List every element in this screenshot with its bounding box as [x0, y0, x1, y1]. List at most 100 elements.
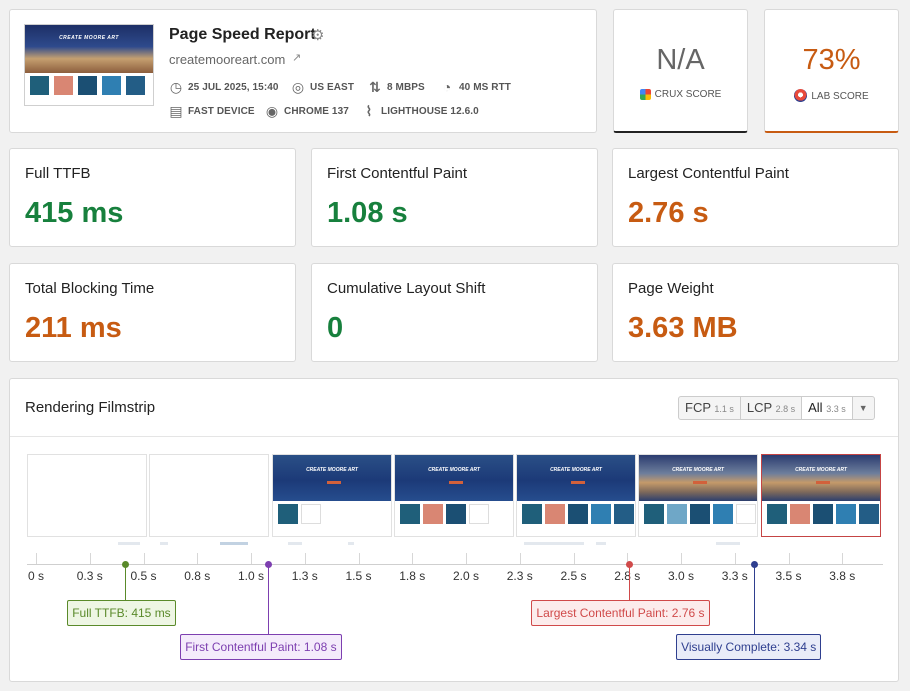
crux-score-card[interactable]: N/A CRUX SCORE — [613, 9, 748, 133]
marker-label: Full TTFB: 415 ms — [67, 600, 176, 626]
page-thumbnail: CREATE MOORE ART — [24, 24, 154, 106]
crux-score-label: CRUX SCORE — [614, 89, 747, 100]
filmstrip-frame[interactable]: CREATE MOORE ART — [394, 454, 514, 537]
timeline-tick-label: 0 s — [27, 569, 45, 583]
rendering-filmstrip: Rendering Filmstrip FCP 1.1 s LCP 2.8 s … — [9, 378, 899, 682]
marker-label: Visually Complete: 3.34 s — [676, 634, 822, 660]
lab-score-card[interactable]: 73% LAB SCORE — [764, 9, 899, 133]
marker-dot — [122, 561, 130, 568]
crux-icon — [639, 89, 651, 100]
timeline-tick — [251, 553, 252, 564]
timeline-tick-label: 0.5 s — [130, 569, 157, 583]
meta-device: ▤ FAST DEVICE — [169, 103, 255, 119]
meta-rtt: ◔ 40 MS RTT — [440, 79, 511, 95]
timeline-tick-label: 0.3 s — [76, 569, 103, 583]
external-link-icon[interactable]: ↗ — [292, 51, 301, 64]
timeline-tick — [734, 553, 736, 564]
metric-label: Total Blocking Time — [25, 280, 155, 297]
metric-card-cls[interactable]: Cumulative Layout Shift 0 — [311, 263, 598, 362]
clock-icon: ◷ — [169, 79, 183, 95]
metric-card-page-weight[interactable]: Page Weight 3.63 MB — [612, 263, 899, 362]
timeline-tick-label: 1.5 s — [345, 569, 372, 583]
marker-dot — [626, 561, 634, 568]
marker-line — [754, 564, 756, 634]
metric-value: 415 ms — [25, 197, 124, 229]
filter-dropdown-chevron-icon[interactable]: ▼ — [853, 397, 874, 419]
timeline-tick — [466, 553, 467, 564]
filmstrip-frame[interactable]: CREATE MOORE ART — [516, 454, 636, 537]
timeline-tick-label: 3.8 s — [829, 569, 856, 583]
timeline-tick-label: 1.0 s — [237, 569, 265, 583]
timeline-tick — [842, 553, 844, 564]
metric-label: Cumulative Layout Shift — [327, 280, 486, 297]
timeline-tick-label: 1.3 s — [291, 569, 318, 583]
page-title: Page Speed Report — [169, 26, 316, 43]
metric-label: Full TTFB — [25, 165, 91, 182]
timeline-tick — [573, 553, 575, 564]
lighthouse-logo-icon — [794, 89, 808, 102]
timeline-tick — [304, 553, 306, 564]
report-header: CREATE MOORE ART Page Speed Report ⚙ cre… — [9, 9, 597, 133]
timeline-tick — [89, 553, 91, 564]
lighthouse-icon: ⌇ — [365, 103, 373, 119]
timeline-tick — [143, 553, 145, 564]
metric-value: 2.76 s — [628, 197, 709, 229]
meta-date: ◷ 25 JUL 2025, 15:40 — [169, 79, 279, 95]
metric-label: Page Weight — [628, 280, 714, 297]
metric-card-tbt[interactable]: Total Blocking Time 211 ms — [9, 263, 296, 362]
lab-score-label: LAB SCORE — [765, 89, 898, 102]
meta-location: ◎ US EAST — [291, 79, 355, 95]
filmstrip-title: Rendering Filmstrip — [25, 399, 156, 416]
timeline-tick — [519, 553, 521, 564]
timeline-tick — [36, 553, 37, 564]
filter-fcp-button[interactable]: FCP 1.1 s — [679, 397, 741, 419]
marker-dot — [751, 561, 759, 568]
metric-value: 211 ms — [25, 312, 122, 344]
timeline-tick — [412, 553, 414, 564]
marker-label: Largest Contentful Paint: 2.76 s — [531, 600, 710, 626]
bandwidth-icon: ⇅ — [369, 79, 381, 95]
meta-browser: ◉ CHROME 137 — [265, 103, 349, 119]
thumbnail-title: CREATE MOORE ART — [59, 35, 119, 41]
filmstrip-frame[interactable]: CREATE MOORE ART — [638, 454, 758, 537]
filmstrip-frame[interactable] — [149, 454, 269, 537]
lab-score-value: 73% — [802, 44, 861, 76]
marker-label: First Contentful Paint: 1.08 s — [180, 634, 342, 660]
timeline-tick — [358, 553, 360, 564]
crux-score-value: N/A — [656, 44, 705, 76]
filter-lcp-button[interactable]: LCP 2.8 s — [741, 397, 803, 419]
timeline-tick-label: 2.8 s — [614, 569, 641, 583]
filter-all-button[interactable]: All 3.3 s — [802, 397, 853, 419]
marker-line — [125, 564, 127, 600]
marker-line — [268, 564, 270, 634]
filmstrip-frame[interactable]: CREATE MOORE ART — [272, 454, 392, 537]
metric-value: 0 — [327, 312, 344, 344]
metric-value: 3.63 MB — [628, 312, 738, 344]
metric-label: Largest Contentful Paint — [628, 165, 789, 182]
device-icon: ▤ — [169, 103, 183, 119]
gauge-icon: ◔ — [442, 79, 452, 95]
filmstrip-filter: FCP 1.1 s LCP 2.8 s All 3.3 s ▼ — [678, 396, 875, 420]
page-url[interactable]: createmooreart.com — [169, 52, 285, 67]
timeline-tick-label: 3.3 s — [721, 569, 748, 583]
metric-value: 1.08 s — [327, 197, 408, 229]
meta-lighthouse: ⌇ LIGHTHOUSE 12.6.0 — [362, 103, 479, 120]
timeline-tick-label: 3.5 s — [775, 569, 802, 583]
globe-icon: ◎ — [291, 79, 305, 95]
metric-card-lcp[interactable]: Largest Contentful Paint 2.76 s — [612, 148, 899, 247]
metric-label: First Contentful Paint — [327, 165, 468, 182]
metric-card-fcp[interactable]: First Contentful Paint 1.08 s — [311, 148, 598, 247]
timeline-tick — [788, 553, 790, 564]
timeline-tick-label: 1.8 s — [399, 569, 426, 583]
timeline-tick-label: 3.0 s — [667, 569, 695, 583]
filmstrip-frame[interactable] — [27, 454, 147, 537]
timeline-tick-label: 2.0 s — [452, 569, 480, 583]
timeline-tick — [197, 553, 199, 564]
timeline-tick-label: 2.3 s — [506, 569, 533, 583]
timeline-tick — [681, 553, 682, 564]
meta-bandwidth: ⇅ 8 MBPS — [369, 79, 425, 95]
filmstrip-frame-final[interactable]: CREATE MOORE ART — [761, 454, 881, 537]
marker-line — [629, 564, 631, 600]
gear-icon[interactable]: ⚙ — [311, 26, 324, 44]
metric-card-ttfb[interactable]: Full TTFB 415 ms — [9, 148, 296, 247]
